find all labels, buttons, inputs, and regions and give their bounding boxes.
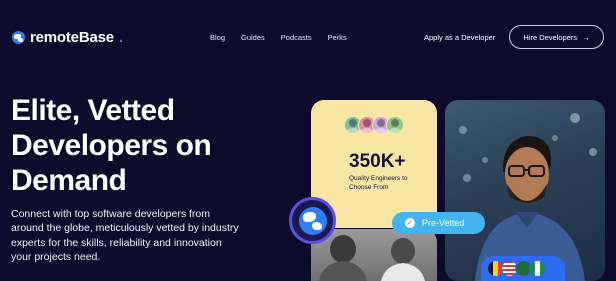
brand-name: remoteBase [30, 29, 114, 46]
nav-link-perks[interactable]: Perks [328, 33, 347, 42]
globe-icon [298, 206, 327, 235]
brand-logo[interactable]: remoteBase. [12, 29, 123, 46]
team-photo [311, 229, 437, 281]
hero-title-line: Demand [11, 164, 127, 197]
team-illustration [319, 235, 425, 281]
nigeria-flag-icon [529, 260, 546, 277]
country-flags [481, 256, 565, 281]
engineer-count: 350K+ [349, 151, 406, 172]
nav-links: Blog Guides Podcasts Perks [210, 33, 347, 42]
check-icon: ✓ [405, 218, 415, 228]
globe-badge [289, 197, 336, 244]
hero-title-line: Elite, Vetted [11, 94, 175, 127]
hero-title-line: Developers on [11, 129, 212, 162]
nav-link-guides[interactable]: Guides [241, 33, 265, 42]
engineer-count-label: Quality Engineers to Choose From [349, 175, 408, 191]
nav-link-podcasts[interactable]: Podcasts [281, 33, 312, 42]
brand-dot: . [118, 29, 124, 46]
apply-as-developer-link[interactable]: Apply as a Developer [424, 33, 495, 42]
hire-developers-button[interactable]: Hire Developers → [509, 25, 604, 49]
developer-illustration [459, 113, 597, 281]
hire-developers-label: Hire Developers [523, 32, 578, 42]
nav-link-blog[interactable]: Blog [210, 33, 225, 42]
top-nav: remoteBase. Blog Guides Podcasts Perks A… [0, 0, 616, 72]
engineer-avatars [344, 116, 404, 134]
globe-logo-icon [12, 31, 25, 44]
pre-vetted-badge: ✓ Pre-Vetted [392, 212, 485, 234]
hero-title: Elite, Vetted Developers on Demand [11, 93, 271, 198]
avatar [386, 116, 404, 134]
developer-photo [445, 100, 605, 281]
pre-vetted-label: Pre-Vetted [422, 218, 465, 228]
hero-subtitle: Connect with top software developers fro… [11, 208, 239, 263]
arrow-right-icon: → [582, 32, 590, 42]
